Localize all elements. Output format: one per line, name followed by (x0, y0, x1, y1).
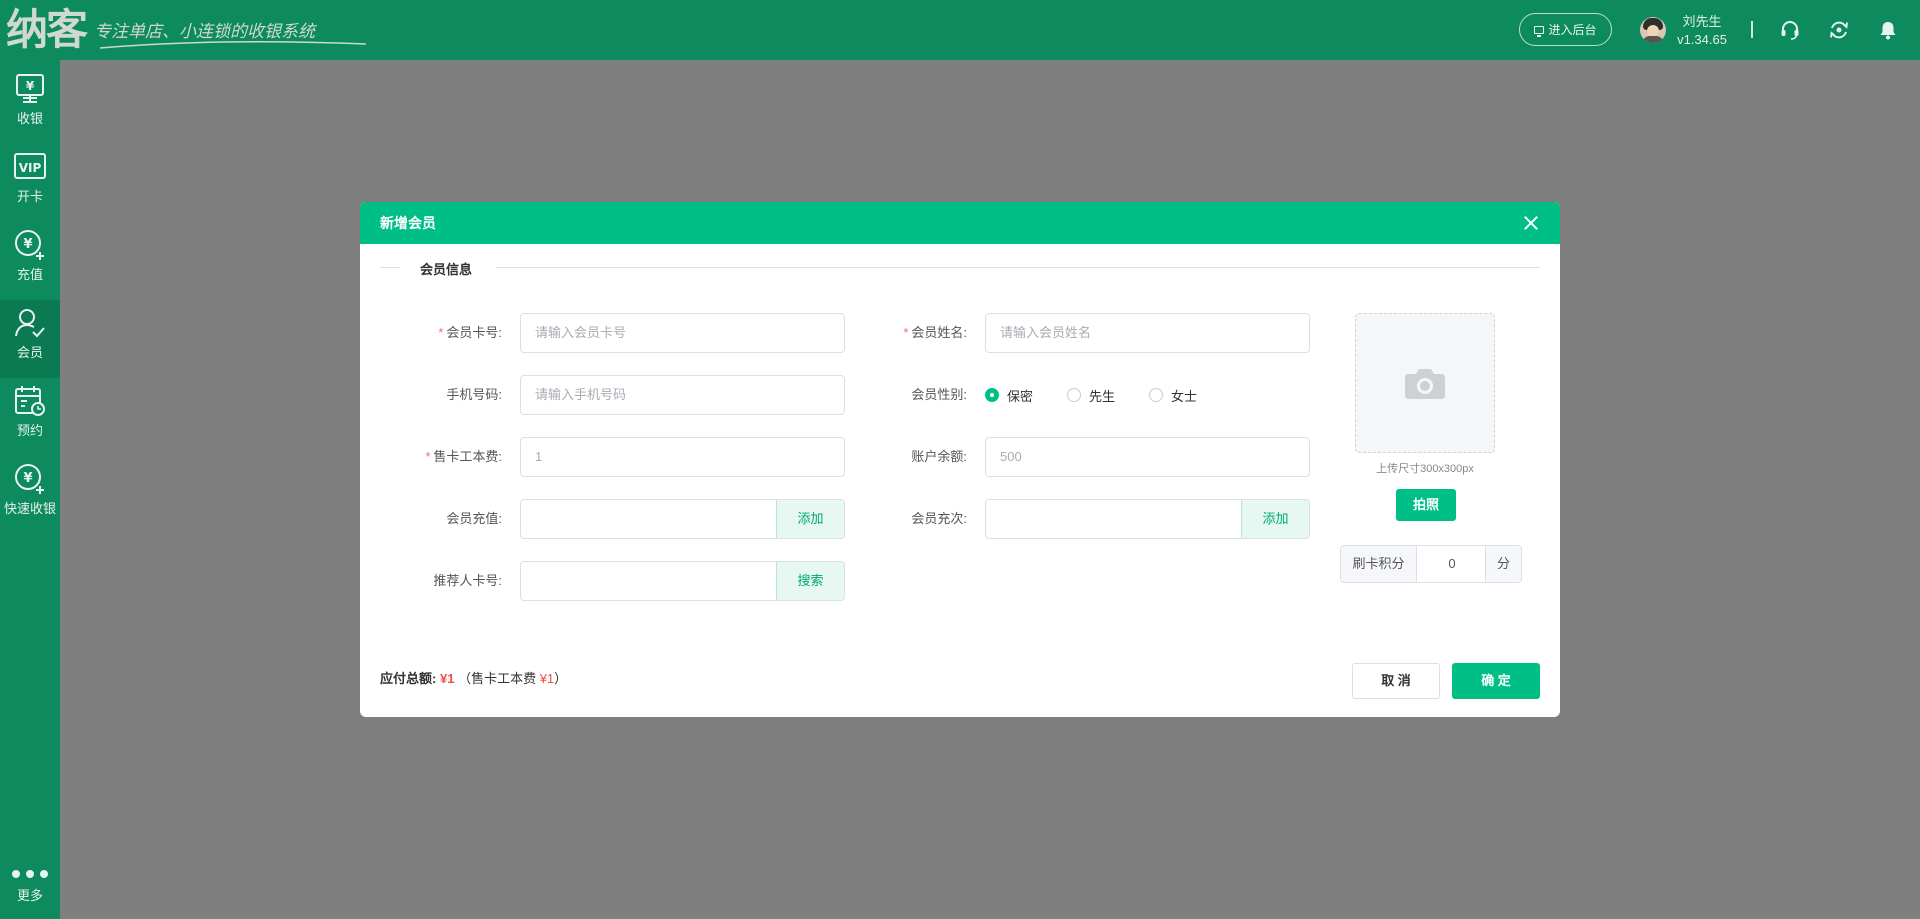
gender-label: 会员性别: (911, 387, 967, 402)
sidebar-item-label: 更多 (16, 888, 43, 903)
cancel-button[interactable]: 取 消 (1352, 663, 1440, 699)
svg-text:VIP: VIP (19, 161, 42, 175)
sidebar-item-cashier[interactable]: ¥ 收银 (0, 66, 60, 144)
member-icon (15, 309, 45, 338)
phone-input[interactable]: 请输入手机号码 (520, 375, 845, 415)
logo-swoosh-icon (99, 41, 367, 49)
radio-checked-icon (985, 388, 999, 402)
quick-cash-icon: ¥ (15, 464, 44, 494)
sidebar-item-recharge[interactable]: ¥ 充值 (0, 222, 60, 300)
divider (1751, 21, 1753, 38)
balance-label: 账户余额: (911, 449, 967, 464)
dialog-title: 新增会员 (380, 215, 436, 231)
user-name[interactable]: 刘先生 (1672, 11, 1732, 30)
detail-prefix: （售卡工本费 (458, 671, 537, 686)
cashier-icon: ¥ (16, 74, 44, 103)
radio-icon (1067, 388, 1081, 402)
enter-backend-button[interactable]: 进入后台 (1519, 13, 1612, 46)
close-icon[interactable] (1522, 214, 1540, 232)
points-suffix: 分 (1485, 546, 1521, 582)
photo-upload-area[interactable] (1355, 313, 1495, 453)
calendar-icon (15, 386, 45, 416)
member-name-label: * 会员姓名: (903, 325, 967, 340)
refresh-icon[interactable] (1828, 19, 1850, 41)
monitor-icon (1534, 25, 1545, 37)
member-name-input[interactable]: 请输入会员姓名 (985, 313, 1310, 353)
sidebar-item-label: 会员 (16, 345, 43, 360)
upload-size-tip: 上传尺寸300x300px (1376, 463, 1474, 475)
detail-amount: ¥1 (539, 671, 555, 686)
total-amount: ¥1 (439, 671, 455, 686)
radio-icon (1149, 388, 1163, 402)
referrer-label: 推荐人卡号: (433, 573, 502, 588)
bell-icon[interactable] (1877, 19, 1899, 41)
avatar[interactable] (1640, 17, 1666, 43)
recharge-times-label: 会员充次: (911, 511, 967, 526)
detail-suffix: ） (554, 671, 568, 686)
card-fee-label: * 售卡工本费: (425, 449, 502, 464)
gender-option-secret[interactable]: 保密 (985, 375, 1033, 415)
add-member-dialog: 新增会员 会员信息 * 会员卡号: 请输入会员卡号 * 会员姓名: 请输入会员姓名 … (360, 202, 1560, 717)
balance-input[interactable]: 500 (985, 437, 1310, 477)
points-input[interactable]: 0 (1417, 546, 1487, 582)
gender-option-male[interactable]: 先生 (1067, 375, 1115, 415)
section-title: 会员信息 (420, 262, 473, 277)
card-no-label: * 会员卡号: (438, 325, 502, 340)
sidebar-item-quick-cash[interactable]: ¥ 快速收银 (0, 456, 60, 534)
sidebar-item-appointment[interactable]: 预约 (0, 378, 60, 456)
top-bar: 纳客 专注单店、小连锁的收银系统 进入后台 刘先生 v1.34.65 (0, 0, 1920, 60)
svg-text:¥: ¥ (23, 471, 32, 486)
logo-text: 纳客 (6, 5, 88, 54)
take-photo-button[interactable]: 拍照 (1396, 489, 1456, 521)
gender-option-female[interactable]: 女士 (1149, 375, 1197, 415)
confirm-button[interactable]: 确 定 (1452, 663, 1540, 699)
vip-card-icon: VIP (14, 153, 46, 179)
sidebar-item-open-card[interactable]: VIP 开卡 (0, 144, 60, 222)
points-prefix: 刷卡积分 (1341, 546, 1417, 582)
total-label: 应付总额: (380, 671, 437, 686)
recharge-icon: ¥ (15, 230, 44, 260)
section-divider: 会员信息 (380, 254, 1540, 280)
app-version: v1.34.65 (1677, 32, 1727, 47)
card-no-input[interactable]: 请输入会员卡号 (520, 313, 845, 353)
sidebar-item-label: 快速收银 (3, 501, 56, 516)
sidebar-item-label: 开卡 (16, 189, 43, 204)
recharge-label: 会员充值: (446, 511, 502, 526)
payable-total: 应付总额: ¥1 （售卡工本费 ¥1） (380, 669, 567, 689)
sidebar-item-more[interactable]: 更多 (0, 855, 60, 919)
logo-slogan: 专注单店、小连锁的收银系统 (94, 22, 316, 42)
gender-radio-group: 保密 先生 女士 (985, 375, 1310, 415)
card-fee-input[interactable]: 1 (520, 437, 845, 477)
phone-label: 手机号码: (446, 387, 502, 402)
recharge-input[interactable]: 添加 (520, 499, 845, 539)
sidebar-item-label: 预约 (16, 423, 43, 438)
more-dots-icon (12, 870, 48, 878)
svg-text:¥: ¥ (26, 79, 35, 93)
sidebar-item-label: 收银 (16, 111, 43, 126)
sidebar-item-label: 充值 (16, 267, 43, 282)
dialog-header: 新增会员 (360, 202, 1560, 244)
sidebar: ¥ 收银 VIP 开卡 ¥ 充值 会员 预约 ¥ 快速收银 更多 (0, 60, 60, 919)
svg-text:¥: ¥ (23, 237, 32, 252)
camera-icon (1405, 369, 1445, 399)
sidebar-item-member[interactable]: 会员 (0, 300, 60, 378)
enter-backend-label: 进入后台 (1548, 23, 1597, 37)
recharge-times-add-button[interactable]: 添加 (1241, 500, 1309, 538)
headset-icon[interactable] (1779, 19, 1801, 41)
referrer-input[interactable]: 搜索 (520, 561, 845, 601)
recharge-times-input[interactable]: 添加 (985, 499, 1310, 539)
referrer-search-button[interactable]: 搜索 (776, 562, 844, 600)
card-points-input-group: 刷卡积分 0 分 (1340, 545, 1522, 583)
